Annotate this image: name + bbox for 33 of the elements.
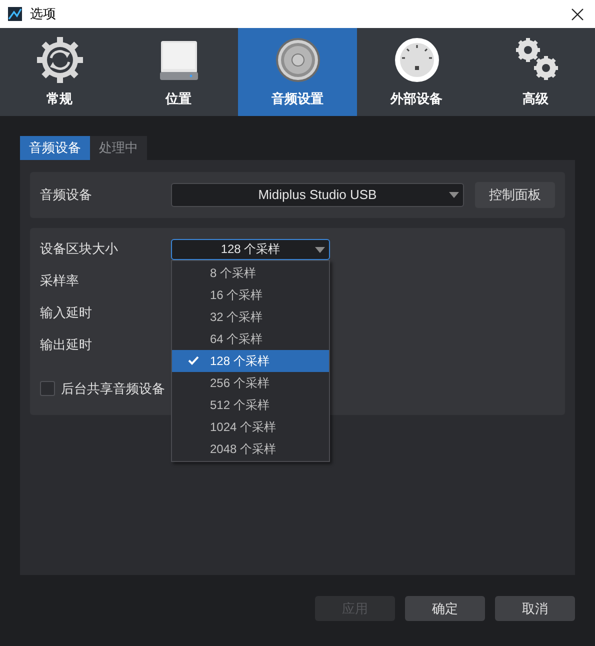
dropdown-option[interactable]: 8 个采样 — [172, 262, 329, 284]
dropdown-option[interactable]: 2048 个采样 — [172, 438, 329, 460]
sub-tab[interactable]: 处理中 — [90, 136, 147, 160]
dropdown-option[interactable]: 32 个采样 — [172, 306, 329, 328]
block-size-dropdown[interactable]: 128 个采样 — [171, 238, 330, 260]
app-logo-icon — [8, 7, 22, 21]
window-title: 选项 — [30, 5, 56, 24]
checkbox-label: 后台共享音频设备 — [61, 380, 165, 398]
setting-label: 设备区块大小 — [40, 240, 119, 258]
dial-icon — [392, 36, 440, 84]
setting-label: 输入延时 — [40, 304, 93, 322]
control-panel-button[interactable]: 控制面板 — [475, 182, 555, 208]
device-label: 音频设备 — [40, 186, 93, 204]
dropdown-option[interactable]: 512 个采样 — [172, 394, 329, 416]
dialog-button[interactable]: 取消 — [495, 596, 575, 621]
gear-icon — [36, 36, 84, 84]
dropdown-option[interactable]: 256 个采样 — [172, 372, 329, 394]
checkmark-icon — [188, 356, 198, 365]
dropdown-option[interactable]: 16 个采样 — [172, 284, 329, 306]
share-checkbox[interactable] — [40, 381, 55, 396]
dropdown-option[interactable]: 64 个采样 — [172, 328, 329, 350]
dialog-button[interactable]: 确定 — [405, 596, 485, 621]
category-tab[interactable]: 音频设置 — [238, 28, 357, 116]
close-icon — [570, 8, 584, 20]
setting-label: 采样率 — [40, 272, 80, 290]
device-dropdown[interactable]: Midiplus Studio USB — [170, 183, 464, 207]
caret-icon — [449, 192, 460, 198]
dropdown-option[interactable]: 1024 个采样 — [172, 416, 329, 438]
caret-icon — [315, 246, 325, 252]
setting-label: 输出延时 — [40, 336, 93, 354]
speaker-icon — [274, 36, 322, 84]
sub-tab[interactable]: 音频设备 — [20, 136, 90, 160]
dropdown-option[interactable]: 128 个采样 — [172, 350, 329, 372]
